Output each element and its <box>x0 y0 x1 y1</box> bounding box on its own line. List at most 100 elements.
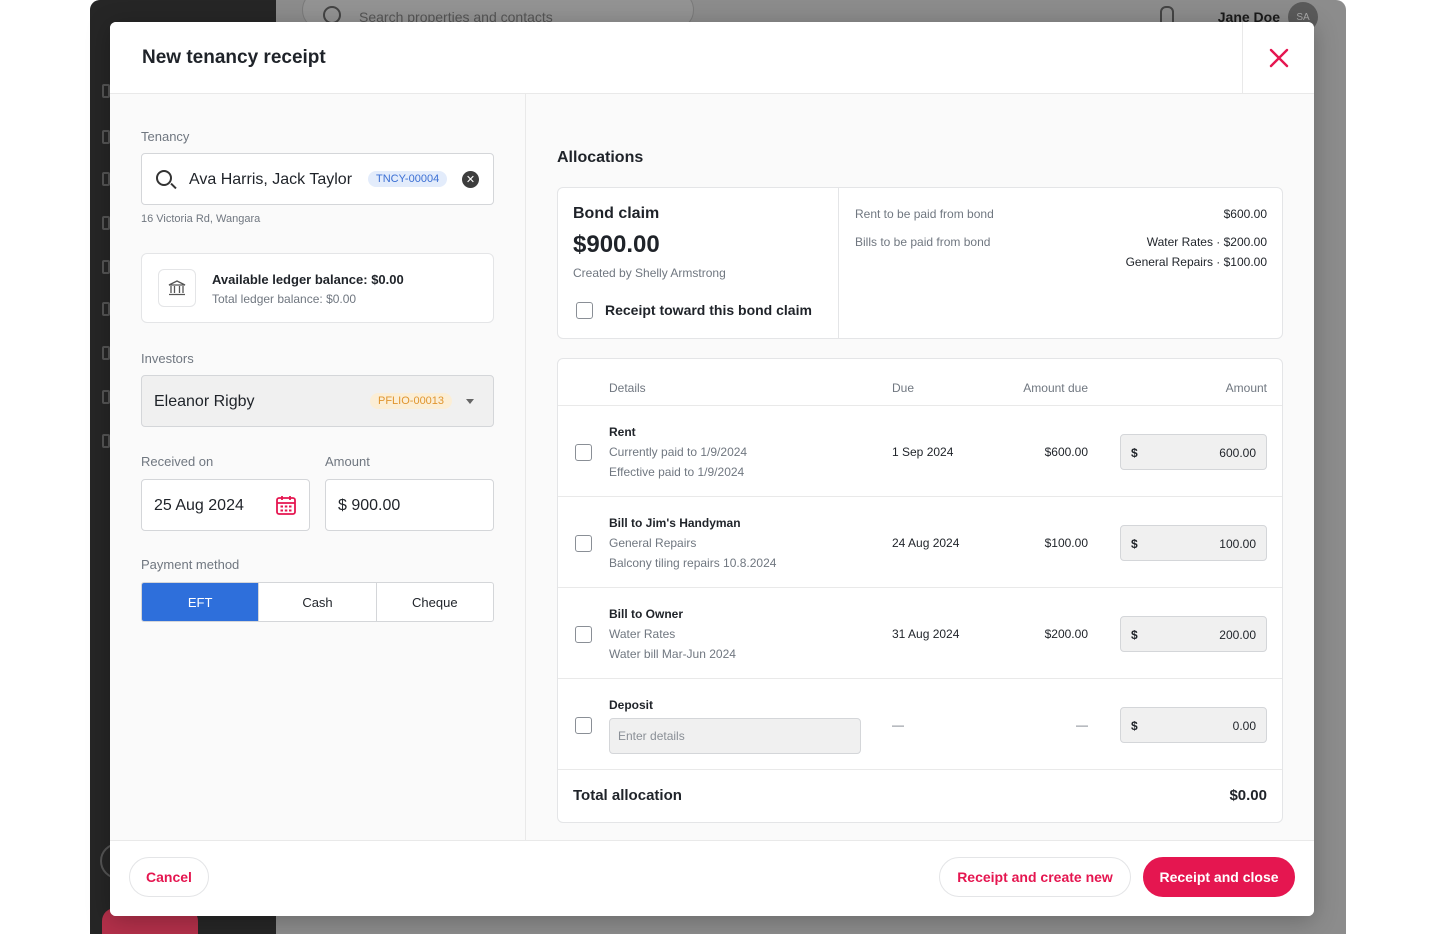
bill-water-rates-value: Water Rates · $200.00 <box>1146 235 1267 249</box>
row-title: Bill to Jim's Handyman <box>609 516 741 530</box>
amount-field[interactable]: $ 900.00 <box>325 479 494 531</box>
bond-claim-card: Bond claim $900.00 Created by Shelly Arm… <box>557 187 1283 339</box>
deposit-amount-value: 0.00 <box>1232 719 1256 733</box>
payment-cash-option[interactable]: Cash <box>259 583 377 621</box>
bond-claim-amount: $900.00 <box>573 231 660 258</box>
deposit-details-text[interactable] <box>610 719 860 753</box>
rent-from-bond-value: $600.00 <box>1223 207 1267 221</box>
tenancy-search-field[interactable]: Ava Harris, Jack Taylor TNCY-00004 ✕ <box>141 153 494 205</box>
nav-icon <box>102 172 110 186</box>
row-title: Rent <box>609 425 636 439</box>
row-subtitle: Water Rates <box>609 627 676 641</box>
investor-code-badge: PFLIO-00013 <box>370 393 453 409</box>
payment-cheque-option[interactable]: Cheque <box>377 583 493 621</box>
search-icon <box>156 170 172 186</box>
payment-eft-option[interactable]: EFT <box>142 583 260 621</box>
investors-label: Investors <box>141 351 194 366</box>
row-description: Balcony tiling repairs 10.8.2024 <box>609 556 777 570</box>
modal-title: New tenancy receipt <box>142 47 326 68</box>
bond-claim-created-by: Created by Shelly Armstrong <box>573 266 726 280</box>
currency-symbol: $ <box>1131 446 1138 460</box>
currency-symbol: $ <box>1131 719 1138 733</box>
nav-icon <box>102 434 110 448</box>
row-amount-due: $200.00 <box>1044 627 1088 641</box>
row-due-date: 1 Sep 2024 <box>892 445 954 459</box>
amount-value: $ 900.00 <box>338 497 401 514</box>
nav-icon <box>102 302 110 316</box>
received-on-label: Received on <box>141 454 214 469</box>
column-details: Details <box>609 381 646 395</box>
total-ledger-balance: Total ledger balance: $0.00 <box>212 292 357 306</box>
payment-method-toggle: EFT Cash Cheque <box>141 582 494 622</box>
ledger-balance-card: Available ledger balance: $0.00 Total le… <box>141 253 494 323</box>
currency-symbol: $ <box>1131 537 1138 551</box>
total-allocation-value: $0.00 <box>1229 787 1267 804</box>
bank-icon <box>158 269 196 307</box>
row-amount-value: 200.00 <box>1219 628 1256 642</box>
row-checkbox[interactable] <box>575 626 592 643</box>
column-amount: Amount <box>1225 381 1267 395</box>
allocations-title: Allocations <box>557 149 644 166</box>
close-button[interactable] <box>1242 22 1314 93</box>
row-amount-due: $600.00 <box>1044 445 1088 459</box>
nav-icon <box>102 84 110 98</box>
row-amount-value: 100.00 <box>1219 537 1256 551</box>
row-checkbox[interactable] <box>575 444 592 461</box>
modal-footer: Cancel Receipt and create new Receipt an… <box>110 840 1314 916</box>
nav-icon <box>102 390 110 404</box>
table-row: Rent Currently paid to 1/9/2024 Effectiv… <box>558 405 1282 496</box>
chevron-down-icon <box>466 399 474 404</box>
bond-claim-checkbox-label: Receipt toward this bond claim <box>605 302 812 318</box>
deposit-checkbox[interactable] <box>575 717 592 734</box>
clear-icon[interactable]: ✕ <box>462 171 479 188</box>
allocations-table: Details Due Amount due Amount Rent Curre… <box>557 358 1283 823</box>
deposit-amount-due: — <box>1076 718 1088 732</box>
amount-label: Amount <box>325 454 370 469</box>
new-tenancy-receipt-modal: New tenancy receipt Tenancy Ava Harris, … <box>110 22 1314 916</box>
rent-from-bond-label: Rent to be paid from bond <box>855 207 994 221</box>
row-amount-input[interactable]: $ 100.00 <box>1120 525 1267 561</box>
cancel-button[interactable]: Cancel <box>129 857 209 897</box>
bond-claim-summary: Bond claim $900.00 Created by Shelly Arm… <box>558 188 839 338</box>
row-subtitle: General Repairs <box>609 536 697 550</box>
deposit-details-input[interactable] <box>609 718 861 754</box>
row-amount-input[interactable]: $ 200.00 <box>1120 616 1267 652</box>
close-icon <box>1269 48 1288 67</box>
nav-icon <box>102 130 110 144</box>
row-title: Bill to Owner <box>609 607 684 621</box>
allocations-panel: Allocations Bond claim $900.00 Created b… <box>526 94 1314 840</box>
row-due-date: 31 Aug 2024 <box>892 627 960 641</box>
deposit-amount-input[interactable]: $ 0.00 <box>1120 707 1267 743</box>
receipt-and-create-new-button[interactable]: Receipt and create new <box>939 857 1131 897</box>
received-on-date-field[interactable]: 25 Aug 2024 <box>141 479 310 531</box>
row-checkbox[interactable] <box>575 535 592 552</box>
column-amount-due: Amount due <box>1023 381 1088 395</box>
tenancy-address: 16 Victoria Rd, Wangara <box>141 213 261 225</box>
table-row: Bill to Jim's Handyman General Repairs B… <box>558 496 1282 587</box>
row-amount-due: $100.00 <box>1044 536 1088 550</box>
payment-method-label: Payment method <box>141 557 240 572</box>
investor-select[interactable]: Eleanor Rigby PFLIO-00013 <box>141 375 494 427</box>
receipt-form: Tenancy Ava Harris, Jack Taylor TNCY-000… <box>110 94 526 840</box>
column-due: Due <box>892 381 915 395</box>
bond-claim-checkbox[interactable] <box>576 302 593 319</box>
available-ledger-balance: Available ledger balance: $0.00 <box>212 272 404 287</box>
row-due-date: 24 Aug 2024 <box>892 536 960 550</box>
nav-icon <box>102 346 110 360</box>
tenancy-code-badge: TNCY-00004 <box>368 171 448 187</box>
investor-value: Eleanor Rigby <box>154 393 255 410</box>
table-row: Bill to Owner Water Rates Water bill Mar… <box>558 587 1282 678</box>
row-subtitle: Currently paid to 1/9/2024 <box>609 445 748 459</box>
receipt-and-close-button[interactable]: Receipt and close <box>1143 857 1295 897</box>
total-allocation-label: Total allocation <box>573 787 682 804</box>
bill-general-repairs-value: General Repairs · $100.00 <box>1125 255 1267 269</box>
row-amount-input[interactable]: $ 600.00 <box>1120 434 1267 470</box>
currency-symbol: $ <box>1131 628 1138 642</box>
bond-claim-title: Bond claim <box>573 205 660 222</box>
tenancy-value: Ava Harris, Jack Taylor <box>189 171 353 188</box>
deposit-due-date: — <box>892 718 904 732</box>
row-amount-value: 600.00 <box>1219 446 1256 460</box>
calendar-icon[interactable] <box>275 494 297 516</box>
modal-header: New tenancy receipt <box>110 22 1314 94</box>
bills-from-bond-label: Bills to be paid from bond <box>855 235 991 249</box>
